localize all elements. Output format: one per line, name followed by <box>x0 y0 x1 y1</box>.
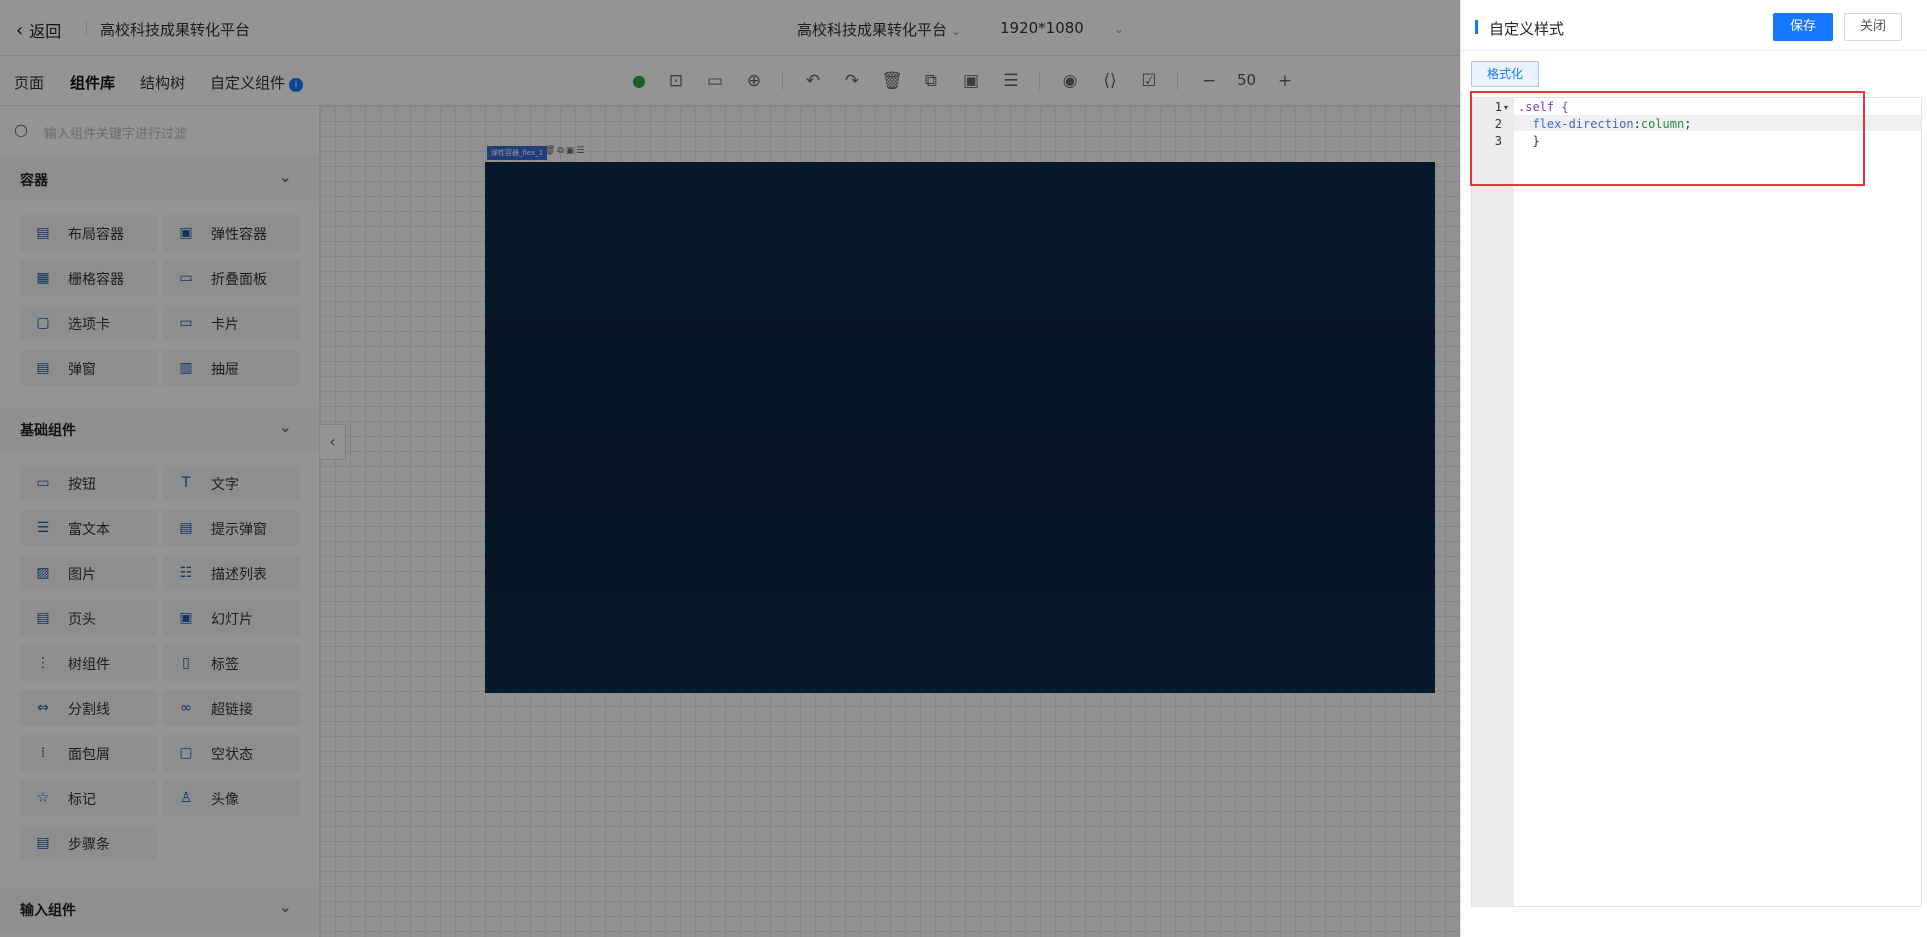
close-button[interactable]: 关闭 <box>1844 13 1902 41</box>
panel-title: 自定义样式 <box>1489 20 1565 38</box>
css-code-editor[interactable]: 1 ▾ .self { 2 flex-direction:column; 3 } <box>1471 97 1922 907</box>
modal-overlay[interactable] <box>0 0 1460 937</box>
title-accent-bar <box>1475 20 1478 34</box>
format-button[interactable]: 格式化 <box>1471 61 1539 87</box>
panel-divider <box>1461 50 1927 51</box>
highlight-annotation <box>1470 91 1865 186</box>
save-button[interactable]: 保存 <box>1773 13 1833 41</box>
editor-gutter <box>1472 98 1514 906</box>
app-root: ‹ 返回 高校科技成果转化平台 高校科技成果转化平台 ⌄ 1920*1080 ⌄ 页… <box>0 0 1927 937</box>
